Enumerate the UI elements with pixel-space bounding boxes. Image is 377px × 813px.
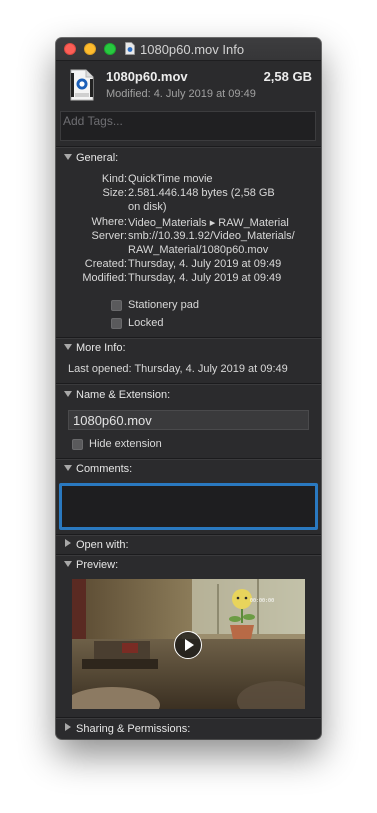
section-sharing-heading: Sharing & Permissions:	[76, 723, 191, 735]
document-icon[interactable]	[125, 42, 135, 55]
stationery-pad-label: Stationery pad	[128, 299, 199, 311]
info-window: 1080p60.mov Info 1080p60.mov 2,58 GB Mod…	[56, 38, 321, 739]
window-title: 1080p60.mov Info	[140, 42, 245, 57]
divider	[56, 458, 321, 460]
zoom-button[interactable]	[104, 43, 116, 55]
created-value: Thursday, 4. July 2019 at 09:49	[128, 258, 282, 270]
modified-value: Thursday, 4. July 2019 at 09:49	[128, 272, 282, 284]
server-value-continued: RAW_Material/1080p60.mov	[128, 244, 269, 256]
quicktime-movie-file-icon[interactable]	[70, 69, 94, 101]
file-name-field-value: 1080p60.mov	[73, 413, 152, 428]
section-more-info-toggle[interactable]: More Info:	[64, 342, 126, 354]
video-preview[interactable]: 00:00:00	[72, 579, 305, 709]
file-header: 1080p60.mov 2,58 GB Modified: 4. July 20…	[56, 60, 321, 108]
disclosure-open-icon[interactable]	[64, 561, 72, 567]
modified-label: Modified:	[82, 272, 127, 284]
section-open-with-heading: Open with:	[76, 539, 129, 551]
minimize-button[interactable]	[84, 43, 96, 55]
section-name-extension-heading: Name & Extension:	[76, 389, 171, 401]
hide-extension-checkbox[interactable]	[72, 439, 83, 450]
hide-extension-label: Hide extension	[89, 438, 162, 450]
divider	[56, 717, 321, 719]
play-button[interactable]	[174, 631, 202, 659]
file-modified-date: Modified: 4. July 2019 at 09:49	[106, 88, 256, 100]
section-open-with-toggle[interactable]: Open with:	[64, 539, 129, 551]
divider	[56, 146, 321, 148]
file-name: 1080p60.mov	[106, 69, 188, 84]
kind-label: Kind:	[101, 173, 127, 185]
section-preview-toggle[interactable]: Preview:	[64, 559, 118, 571]
divider	[56, 383, 321, 385]
locked-label: Locked	[128, 317, 164, 329]
file-name-field[interactable]: 1080p60.mov	[68, 410, 309, 430]
divider	[56, 554, 321, 556]
where-value: Video_Materials ▸ RAW_Material	[128, 217, 289, 229]
preview-timecode: 00:00:00	[250, 598, 275, 604]
server-label: Server:	[91, 230, 127, 242]
size-label: Size:	[102, 187, 127, 199]
section-comments-toggle[interactable]: Comments:	[64, 463, 132, 475]
locked-checkbox[interactable]	[111, 318, 122, 329]
where-label: Where:	[91, 216, 127, 228]
created-label: Created:	[84, 258, 127, 270]
comments-textarea[interactable]	[59, 483, 318, 530]
section-preview-heading: Preview:	[76, 559, 119, 571]
last-opened-value: Last opened: Thursday, 4. July 2019 at 0…	[68, 363, 288, 375]
tags-placeholder: Add Tags...	[63, 114, 123, 128]
tags-field[interactable]: Add Tags...	[60, 111, 316, 141]
kind-value: QuickTime movie	[128, 173, 213, 185]
disclosure-closed-icon[interactable]	[65, 539, 71, 547]
disclosure-open-icon[interactable]	[64, 344, 72, 350]
file-size: 2,58 GB	[263, 69, 312, 84]
section-more-info-heading: More Info:	[76, 342, 126, 354]
disclosure-open-icon[interactable]	[64, 465, 72, 471]
section-comments-heading: Comments:	[76, 463, 133, 475]
section-name-extension-toggle[interactable]: Name & Extension:	[64, 389, 170, 401]
disclosure-open-icon[interactable]	[64, 391, 72, 397]
section-general-heading: General:	[76, 152, 119, 164]
section-sharing-toggle[interactable]: Sharing & Permissions:	[64, 723, 190, 735]
disclosure-open-icon[interactable]	[64, 154, 72, 160]
server-value: smb://10.39.1.92/Video_Materials/	[128, 230, 295, 242]
size-value: 2.581.446.148 bytes (2,58 GB	[128, 187, 275, 199]
size-value-continued: on disk)	[128, 201, 167, 213]
divider	[56, 534, 321, 536]
section-general-toggle[interactable]: General:	[64, 152, 118, 164]
disclosure-closed-icon[interactable]	[65, 723, 71, 731]
stationery-pad-checkbox[interactable]	[111, 300, 122, 311]
close-button[interactable]	[64, 43, 76, 55]
title-bar[interactable]: 1080p60.mov Info	[56, 38, 321, 61]
divider	[56, 337, 321, 339]
